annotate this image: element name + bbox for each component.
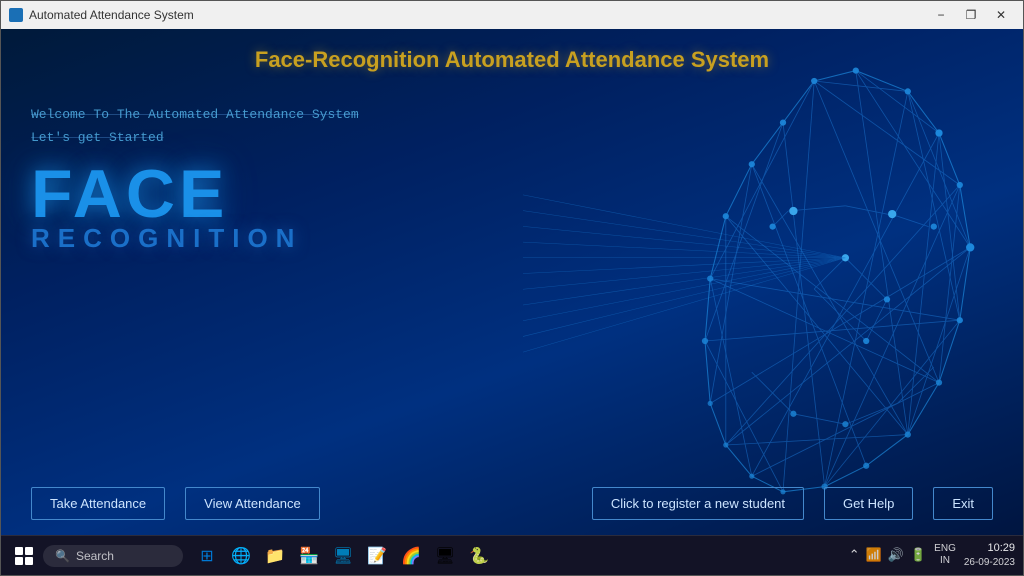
close-button[interactable]: ✕ bbox=[987, 5, 1015, 25]
start-button[interactable] bbox=[9, 541, 39, 571]
main-window: Automated Attendance System − ❐ ✕ bbox=[0, 0, 1024, 576]
taskbar-app-python[interactable]: 🐍 bbox=[463, 540, 495, 572]
app-area: Face-Recognition Automated Attendance Sy… bbox=[1, 29, 1023, 535]
get-help-button[interactable]: Get Help bbox=[824, 487, 913, 520]
taskbar-app-monitor[interactable]: 🖥 bbox=[429, 540, 461, 572]
wifi-icon[interactable]: 📶 bbox=[866, 547, 882, 563]
view-attendance-button[interactable]: View Attendance bbox=[185, 487, 320, 520]
text-block: Welcome To The Automated Attendance Syst… bbox=[31, 93, 431, 264]
time: 10:29 bbox=[964, 541, 1015, 556]
taskbar-app-chrome[interactable]: 🌈 bbox=[395, 540, 427, 572]
taskbar-app-edge[interactable]: 🌐 bbox=[225, 540, 257, 572]
search-bar[interactable]: 🔍 Search bbox=[43, 545, 183, 567]
buttons-row: Take Attendance View Attendance Click to… bbox=[31, 472, 993, 535]
window-controls: − ❐ ✕ bbox=[927, 5, 1015, 25]
windows-logo-icon bbox=[15, 547, 33, 565]
taskbar-apps: ⊞ 🌐 📁 🏪 🖥 📝 🌈 🖥 🐍 bbox=[191, 540, 495, 572]
window-title: Automated Attendance System bbox=[29, 8, 194, 22]
taskbar-app-vscode[interactable]: 📝 bbox=[361, 540, 393, 572]
taskbar-app-explorer[interactable]: 📁 bbox=[259, 540, 291, 572]
face-recognition-label: FACE RECOGNITION bbox=[31, 160, 431, 254]
taskbar-app-files[interactable]: ⊞ bbox=[191, 540, 223, 572]
language-indicator: ENGIN bbox=[934, 543, 956, 567]
date: 26-09-2023 bbox=[964, 556, 1015, 570]
search-label: Search bbox=[76, 549, 114, 563]
tray-arrow-icon[interactable]: ⌃ bbox=[849, 547, 860, 563]
minimize-button[interactable]: − bbox=[927, 5, 955, 25]
clock: 10:29 26-09-2023 bbox=[964, 541, 1015, 570]
take-attendance-button[interactable]: Take Attendance bbox=[31, 487, 165, 520]
taskbar-app-store[interactable]: 🏪 bbox=[293, 540, 325, 572]
taskbar: 🔍 Search ⊞ 🌐 📁 🏪 🖥 📝 🌈 🖥 🐍 ⌃ 📶 🔊 🔋 ENGIN bbox=[1, 535, 1023, 575]
terminal-line-1: Welcome To The Automated Attendance Syst… bbox=[31, 103, 431, 126]
face-text: FACE bbox=[31, 160, 431, 228]
volume-icon[interactable]: 🔊 bbox=[888, 547, 904, 563]
content-area: Welcome To The Automated Attendance Syst… bbox=[1, 83, 1023, 535]
system-tray: ⌃ 📶 🔊 🔋 bbox=[849, 547, 926, 563]
app-icon bbox=[9, 8, 23, 22]
taskbar-app-dell[interactable]: 🖥 bbox=[327, 540, 359, 572]
main-title: Face-Recognition Automated Attendance Sy… bbox=[1, 29, 1023, 83]
maximize-button[interactable]: ❐ bbox=[957, 5, 985, 25]
taskbar-right: ⌃ 📶 🔊 🔋 ENGIN 10:29 26-09-2023 bbox=[849, 541, 1015, 570]
title-bar-left: Automated Attendance System bbox=[9, 8, 194, 22]
exit-button[interactable]: Exit bbox=[933, 487, 993, 520]
terminal-line-2: Let's get Started bbox=[31, 126, 431, 149]
title-bar: Automated Attendance System − ❐ ✕ bbox=[1, 1, 1023, 29]
register-student-button[interactable]: Click to register a new student bbox=[592, 487, 804, 520]
recognition-text: RECOGNITION bbox=[31, 223, 431, 254]
search-icon: 🔍 bbox=[55, 549, 70, 563]
battery-icon[interactable]: 🔋 bbox=[910, 547, 926, 563]
